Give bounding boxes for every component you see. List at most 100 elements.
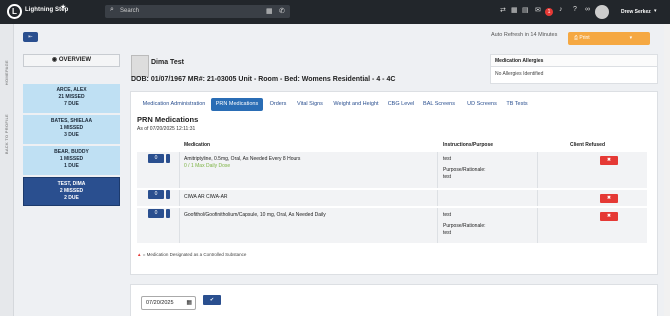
patient-avatar [131, 55, 149, 77]
search-input[interactable]: Search [120, 8, 139, 14]
tab-bal-screens[interactable]: BAL Screens [421, 98, 457, 111]
allergies-box: Medication Allergies No Allergies Identi… [490, 54, 658, 84]
allergies-value: No Allergies Identified [495, 71, 544, 77]
apply-date-button[interactable]: ✔ [203, 295, 221, 305]
chat-icon[interactable]: ✉ [535, 6, 541, 14]
legend: ▲ = Medication Designated as a Controlle… [137, 252, 246, 257]
patient-card-missed: 21 MISSED [58, 94, 85, 100]
patient-card-missed: 1 MISSED [59, 156, 84, 162]
date-panel: 07/20/2025 ▦ ✔ [130, 284, 658, 316]
instructions-text: test [443, 156, 452, 162]
table-row: 0 Goofithol/Goofinitholium/Capsule, 10 m… [137, 207, 647, 243]
col-instructions: Instructions/Purpose [443, 142, 494, 148]
favorite-star-icon[interactable]: ★ [60, 3, 66, 11]
dose-count-button[interactable]: 0 [148, 190, 164, 199]
calendar-icon[interactable]: ▦ [186, 297, 192, 309]
search-bar[interactable]: ⌕ Search ▦ ✆ [105, 5, 290, 18]
patient-card-missed: 1 MISSED [59, 125, 84, 131]
calendar-icon[interactable]: ▦ [511, 6, 518, 14]
date-value: 07/20/2025 [146, 300, 174, 306]
medication-name: Goofithol/Goofinitholium/Capsule, 10 mg,… [184, 212, 326, 218]
instructions-text: test [443, 212, 452, 218]
medication-name: CIWA AR CIWA-AR [184, 194, 228, 200]
collapse-button[interactable]: ⇤ [23, 32, 38, 42]
dose-count-button[interactable]: 0 [148, 209, 164, 218]
grid-icon[interactable]: ▤ [522, 6, 529, 14]
date-input[interactable]: 07/20/2025 ▦ [141, 296, 196, 310]
prn-as-of: As of 07/20/2025 12:11:31 [137, 126, 196, 132]
client-refused-button[interactable]: ✖ [600, 194, 618, 203]
patient-card-name: BEAR, BUDDY [54, 149, 89, 155]
tab-weight-and-height[interactable]: Weight and Height [330, 98, 382, 111]
link-icon[interactable]: ∞ [585, 6, 590, 13]
app-logo[interactable]: L [7, 4, 22, 19]
tab-ud-screens[interactable]: UD Screens [465, 98, 499, 111]
tab-prn-medications[interactable]: PRN Medications [211, 98, 263, 111]
user-name[interactable]: Drew Serkez [621, 9, 651, 15]
patient-card-selected[interactable]: TEST, DIMA 2 MISSED 2 DUE [23, 177, 120, 206]
side-strip: HOMEPAGE BACK TO PROFILE [0, 24, 14, 316]
dose-count-button[interactable]: 0 [148, 154, 164, 163]
patient-card-due: 1 DUE [64, 163, 79, 169]
print-label: Print [579, 35, 590, 41]
notification-badge: 1 [545, 8, 553, 16]
patient-card-due: 2 DUE [64, 195, 79, 201]
overview-button[interactable]: ◉ OVERVIEW [23, 54, 120, 67]
legend-text: = Medication Designated as a Controlled … [142, 252, 247, 257]
instructions-cell: test Purpose/Rationale: test [443, 212, 486, 237]
scrollbar[interactable] [664, 24, 670, 316]
dose-stepper[interactable] [166, 190, 170, 199]
homepage-link[interactable]: HOMEPAGE [4, 60, 9, 85]
search-icon: ⌕ [110, 6, 114, 13]
purpose-text: test [443, 230, 452, 236]
allergies-title: Medication Allergies [491, 55, 657, 67]
client-refused-button[interactable]: ✖ [600, 156, 618, 165]
dose-stepper[interactable] [166, 209, 170, 218]
client-refused-button[interactable]: ✖ [600, 212, 618, 221]
bell-icon[interactable]: ♪ [559, 6, 563, 13]
table-row: 0 CIWA AR CIWA-AR ✖ [137, 189, 647, 206]
purpose-label: Purpose/Rationale: [443, 223, 486, 229]
patient-card-due: 3 DUE [64, 132, 79, 138]
patient-card[interactable]: BEAR, BUDDY 1 MISSED 1 DUE [23, 146, 120, 175]
phone-icon[interactable]: ✆ [279, 7, 285, 15]
top-bar: L Lightning Step ★ ⌕ Search ▦ ✆ ⇄ ▦ ▤ ✉ … [0, 0, 670, 24]
check-icon: ✔ [209, 297, 215, 303]
col-client-refused: Client Refused [570, 142, 606, 148]
tab-medication-administration[interactable]: Medication Administration [137, 98, 211, 111]
patient-card-name: ARCE, ALEX [56, 87, 87, 93]
tab-tb-tests[interactable]: TB Tests [503, 98, 531, 111]
table-row: 0 Amitriptyline, 0.5mg, Oral, As Needed … [137, 151, 647, 188]
tab-orders[interactable]: Orders [265, 98, 291, 111]
calendar-icon[interactable]: ▦ [266, 7, 273, 15]
purpose-label: Purpose/Rationale: [443, 167, 486, 173]
patient-card-missed: 2 MISSED [59, 188, 84, 194]
chevron-down-icon: ▾ [629, 35, 633, 41]
help-icon[interactable]: ? [573, 6, 577, 13]
patient-card[interactable]: BATES, SHIELAA 1 MISSED 3 DUE [23, 115, 120, 144]
patient-card[interactable]: ARCE, ALEX 21 MISSED 7 DUE [23, 84, 120, 113]
overview-label: OVERVIEW [58, 57, 92, 63]
patient-header: Dima Test DOB: 01/07/1967 MR#: 21-03005 … [130, 54, 487, 87]
user-avatar[interactable] [595, 5, 609, 19]
prn-panel: Medication Administration PRN Medication… [130, 91, 658, 275]
tab-vital-signs[interactable]: Vital Signs [293, 98, 327, 111]
instructions-cell: test Purpose/Rationale: test [443, 156, 486, 181]
patient-card-name: TEST, DIMA [57, 181, 86, 187]
medication-cell: Amitriptyline, 0.5mg, Oral, As Needed Ev… [184, 156, 300, 170]
patient-card-due: 7 DUE [64, 101, 79, 107]
dose-stepper[interactable] [166, 154, 170, 163]
auto-refresh-text: Auto Refresh in 14 Minutes [491, 32, 558, 38]
tab-cbg-level[interactable]: CBG Level [386, 98, 416, 111]
print-button[interactable]: ⎙ Print ▾ [568, 32, 650, 45]
prn-title: PRN Medications [137, 115, 199, 124]
max-dose-text: 0 / 1 Max Daily Dose [184, 163, 231, 169]
patient-info: DOB: 01/07/1967 MR#: 21-03005 Unit - Roo… [131, 76, 396, 83]
back-to-profile-link[interactable]: BACK TO PROFILE [4, 114, 9, 154]
handshake-icon[interactable]: ⇄ [500, 6, 506, 14]
patient-name: Dima Test [151, 59, 184, 66]
purpose-text: test [443, 174, 452, 180]
table-header: Medication Instructions/Purpose Client R… [137, 139, 647, 150]
eye-icon: ◉ [51, 57, 59, 63]
chevron-down-icon[interactable]: ▾ [654, 8, 657, 14]
